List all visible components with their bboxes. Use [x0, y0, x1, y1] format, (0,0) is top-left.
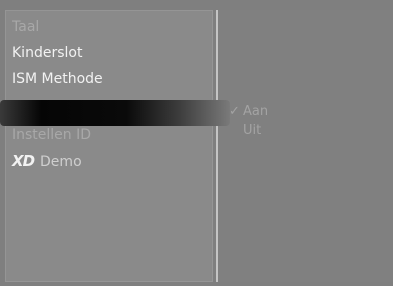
panel-divider [216, 10, 218, 282]
option-uit[interactable]: Uit [243, 123, 261, 138]
option-aan[interactable]: Aan [243, 104, 268, 119]
menu-item-instellen-id[interactable]: Instellen ID [12, 127, 91, 143]
menu-item-taal[interactable]: Taal [12, 19, 39, 35]
menu-screen: Taal Kinderslot ISM Methode Instellen ID… [0, 0, 393, 286]
check-icon: ✓ [229, 104, 240, 119]
menu-item-ism-methode[interactable]: ISM Methode [12, 71, 103, 87]
menu-item-demo-label: Demo [40, 154, 82, 170]
selection-highlight [0, 100, 230, 126]
menu-item-kinderslot[interactable]: Kinderslot [12, 45, 82, 61]
options-panel [219, 10, 393, 282]
menu-item-demo[interactable]: XD Demo [12, 152, 82, 170]
xd-logo-icon: XD [12, 152, 35, 170]
